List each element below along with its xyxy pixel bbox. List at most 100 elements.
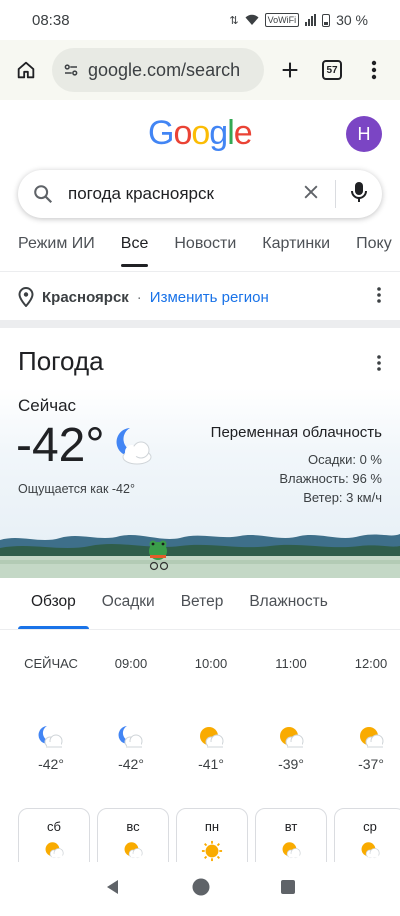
hourly-item: 11:00 -39° bbox=[251, 652, 331, 772]
hour-temperature: -41° bbox=[198, 756, 224, 772]
daily-forecast: сб вс пн вт ср bbox=[18, 808, 400, 868]
location-more-button[interactable] bbox=[376, 286, 382, 308]
tab-switcher-button[interactable]: 57 bbox=[316, 54, 348, 86]
status-icons: ⇅ VoWiFi 30 % bbox=[229, 12, 368, 28]
screen: 08:38 ⇅ VoWiFi 30 % google.com/search 57 bbox=[0, 0, 400, 916]
browser-menu-button[interactable] bbox=[358, 54, 390, 86]
weather-panel: Сейчас -42° Ощущается как -42° Переменна… bbox=[0, 388, 400, 578]
account-avatar[interactable]: Н bbox=[346, 116, 382, 152]
search-box[interactable]: погода красноярск bbox=[18, 170, 382, 218]
search-icon bbox=[34, 185, 53, 204]
back-button[interactable] bbox=[104, 878, 122, 901]
daily-card[interactable]: вт bbox=[255, 808, 327, 868]
tab-overview[interactable]: Обзор bbox=[18, 578, 89, 629]
day-label: ср bbox=[363, 819, 377, 834]
search-input[interactable]: погода красноярск bbox=[68, 184, 287, 204]
home-icon bbox=[17, 61, 35, 79]
daily-card[interactable]: ср bbox=[334, 808, 400, 868]
weather-details: Осадки: 0 % Влажность: 96 % Ветер: 3 км/… bbox=[279, 450, 382, 507]
more-vert-icon bbox=[377, 287, 381, 303]
sun-cloud-icon bbox=[171, 676, 251, 756]
tab-ai-mode[interactable]: Режим ИИ bbox=[18, 226, 95, 271]
weather-tabs: Обзор Осадки Ветер Влажность bbox=[0, 578, 400, 630]
hourly-forecast: СЕЙЧАС -42° 09:00 -42° 10:00 -41° 11:00 bbox=[0, 652, 400, 782]
day-label: пн bbox=[204, 819, 220, 834]
home-circle-icon bbox=[192, 878, 210, 895]
more-vert-icon bbox=[377, 355, 381, 371]
weather-condition: Переменная облачность bbox=[210, 424, 382, 441]
tab-images[interactable]: Картинки bbox=[262, 226, 330, 271]
moon-cloud-icon bbox=[112, 424, 156, 473]
microphone-icon bbox=[351, 181, 367, 202]
hour-label: 12:00 bbox=[354, 656, 388, 671]
location-pin-icon bbox=[18, 287, 34, 307]
hour-label: СЕЙЧАС bbox=[24, 656, 78, 671]
back-triangle-icon bbox=[107, 879, 119, 894]
hour-label: 10:00 bbox=[194, 656, 228, 671]
precipitation: Осадки: 0 % bbox=[307, 452, 382, 467]
recents-button[interactable] bbox=[280, 879, 296, 900]
vowifi-badge: VoWiFi bbox=[264, 13, 300, 27]
daily-card[interactable]: вс bbox=[97, 808, 169, 868]
daily-card[interactable]: пн bbox=[176, 808, 248, 868]
home-button[interactable] bbox=[10, 54, 42, 86]
wind: Ветер: 3 км/ч bbox=[303, 490, 382, 505]
home-nav-button[interactable] bbox=[191, 877, 211, 902]
tab-humidity[interactable]: Влажность bbox=[236, 578, 340, 629]
cell-signal-icon bbox=[305, 14, 317, 26]
search-divider bbox=[335, 180, 336, 208]
weather-title: Погода bbox=[18, 346, 104, 376]
signal-arrows-icon: ⇅ bbox=[229, 14, 239, 27]
site-settings-icon bbox=[64, 64, 78, 76]
location-city: Красноярск bbox=[42, 288, 129, 306]
google-logo[interactable]: Google bbox=[148, 114, 253, 153]
tab-shopping[interactable]: Поку bbox=[356, 226, 392, 271]
hourly-item: 10:00 -41° bbox=[171, 652, 251, 772]
sun-cloud-icon bbox=[256, 840, 326, 860]
tab-news[interactable]: Новости bbox=[174, 226, 236, 271]
recents-square-icon bbox=[280, 879, 295, 894]
day-label: сб bbox=[47, 819, 61, 834]
daily-card[interactable]: сб bbox=[18, 808, 90, 868]
day-label: вт bbox=[284, 819, 298, 834]
battery-icon bbox=[322, 13, 331, 27]
feels-like: Ощущается как -42° bbox=[18, 482, 135, 496]
plus-icon bbox=[282, 62, 298, 78]
tab-all[interactable]: Все bbox=[120, 226, 148, 271]
hourly-item: 09:00 -42° bbox=[91, 652, 171, 772]
section-divider bbox=[0, 320, 400, 328]
hourly-item: 12:00 -37° bbox=[331, 652, 400, 772]
sun-cloud-icon bbox=[19, 840, 89, 860]
hourly-item: СЕЙЧАС -42° bbox=[11, 652, 91, 772]
hour-temperature: -42° bbox=[118, 756, 144, 772]
location-row: Красноярск · Изменить регион bbox=[0, 274, 400, 320]
tab-wind[interactable]: Ветер bbox=[168, 578, 237, 629]
voice-search-button[interactable] bbox=[350, 180, 368, 209]
change-region-link[interactable]: Изменить регион bbox=[150, 289, 269, 306]
tab-precipitation[interactable]: Осадки bbox=[89, 578, 168, 629]
sun-cloud-icon bbox=[335, 840, 400, 860]
current-temperature: -42° bbox=[16, 419, 105, 472]
humidity: Влажность: 96 % bbox=[279, 471, 382, 486]
clear-button[interactable] bbox=[301, 182, 321, 207]
wifi-icon bbox=[245, 14, 259, 25]
new-tab-button[interactable] bbox=[274, 54, 306, 86]
status-bar: 08:38 ⇅ VoWiFi 30 % bbox=[0, 0, 400, 40]
status-time: 08:38 bbox=[32, 11, 70, 29]
day-label: вс bbox=[126, 819, 140, 834]
hour-label: 11:00 bbox=[275, 656, 307, 671]
sun-icon bbox=[177, 840, 247, 862]
now-label: Сейчас bbox=[18, 396, 77, 415]
url-text: google.com/search bbox=[88, 59, 241, 80]
address-bar[interactable]: google.com/search bbox=[52, 48, 264, 92]
sun-cloud-icon bbox=[331, 676, 400, 756]
system-nav-bar bbox=[0, 862, 400, 916]
tab-count: 57 bbox=[322, 60, 342, 80]
moon-cloud-icon bbox=[91, 676, 171, 756]
weather-landscape-illustration bbox=[0, 534, 400, 578]
sun-cloud-icon bbox=[251, 676, 331, 756]
close-icon bbox=[304, 185, 318, 198]
location-separator: · bbox=[136, 288, 142, 306]
weather-more-button[interactable] bbox=[376, 354, 382, 377]
search-tabs: Режим ИИ Все Новости Картинки Поку bbox=[0, 226, 400, 272]
